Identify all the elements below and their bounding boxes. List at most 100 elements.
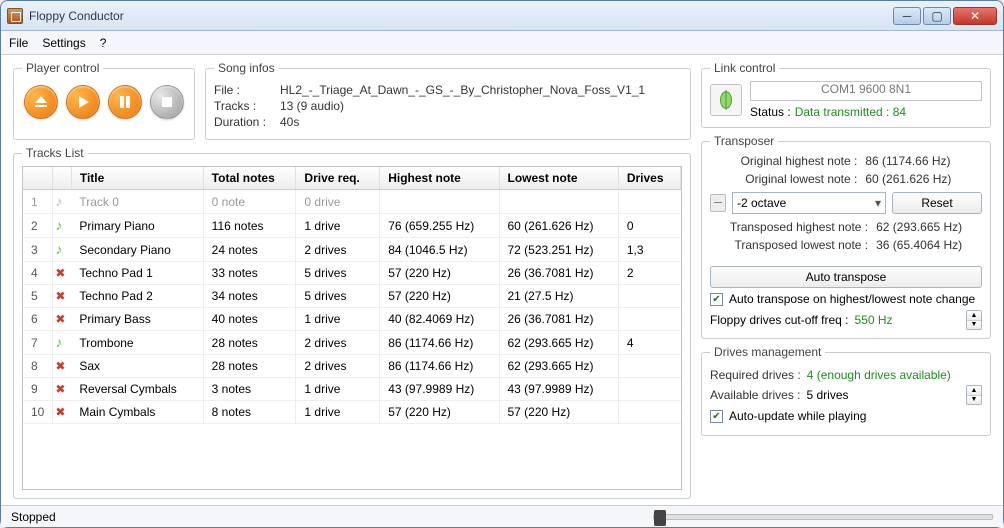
row-drives: 4 [618, 331, 680, 355]
row-icon [53, 262, 72, 285]
octave-slider[interactable] [710, 194, 726, 212]
play-button[interactable] [66, 85, 100, 119]
reset-button[interactable]: Reset [892, 192, 982, 214]
row-low [499, 190, 618, 214]
orig-high-value: 86 (1174.66 Hz) [865, 154, 982, 168]
menu-help[interactable]: ? [100, 36, 107, 50]
required-drives-label: Required drives : [710, 368, 801, 382]
orig-low-value: 60 (261.626 Hz) [865, 172, 982, 186]
status-text: Stopped [11, 510, 56, 524]
col-low[interactable]: Lowest note [499, 167, 618, 190]
available-drives-stepper[interactable]: ▲▼ [966, 385, 982, 405]
auto-transpose-button[interactable]: Auto transpose [710, 266, 982, 288]
eject-button[interactable] [24, 85, 58, 119]
trans-high-label: Transposed highest note : [710, 220, 868, 234]
player-control-legend: Player control [22, 61, 103, 75]
auto-update-checkbox[interactable]: ✔ [710, 410, 723, 423]
menu-settings[interactable]: Settings [42, 36, 85, 50]
table-row[interactable]: 2Primary Piano116 notes1 drive76 (659.25… [23, 214, 681, 238]
row-total: 0 note [203, 190, 296, 214]
note-icon [55, 289, 69, 303]
row-low: 62 (293.665 Hz) [499, 355, 618, 378]
progress-knob[interactable] [654, 510, 666, 526]
row-high: 86 (1174.66 Hz) [380, 331, 499, 355]
trans-low-value: 36 (65.4064 Hz) [876, 238, 982, 252]
row-high: 43 (97.9989 Hz) [380, 378, 499, 401]
close-button[interactable]: ✕ [953, 7, 997, 25]
row-total: 28 notes [203, 355, 296, 378]
row-high: 40 (82.4069 Hz) [380, 308, 499, 331]
octave-combo[interactable]: -2 octave [732, 192, 886, 214]
row-index: 2 [23, 214, 53, 238]
row-index: 1 [23, 190, 53, 214]
table-row[interactable]: 6Primary Bass40 notes1 drive40 (82.4069 … [23, 308, 681, 331]
row-title: Track 0 [71, 190, 203, 214]
playback-progress[interactable] [653, 514, 993, 520]
available-drives-value: 5 drives [807, 388, 961, 402]
cutoff-value: 550 Hz [855, 313, 960, 327]
row-total: 3 notes [203, 378, 296, 401]
maximize-button[interactable]: ▢ [923, 7, 951, 25]
col-drives[interactable]: Drives [618, 167, 680, 190]
link-control-legend: Link control [710, 61, 779, 75]
row-high: 57 (220 Hz) [380, 401, 499, 424]
table-row[interactable]: 8Sax28 notes2 drives86 (1174.66 Hz)62 (2… [23, 355, 681, 378]
row-low: 26 (36.7081 Hz) [499, 262, 618, 285]
cutoff-stepper[interactable]: ▲▼ [966, 310, 982, 330]
row-drives: 1,3 [618, 238, 680, 262]
pause-button[interactable] [108, 85, 142, 119]
row-req: 2 drives [296, 238, 380, 262]
minimize-button[interactable]: ─ [893, 7, 921, 25]
required-drives-value: 4 (enough drives available) [807, 368, 951, 382]
table-row[interactable]: 5Techno Pad 234 notes5 drives57 (220 Hz)… [23, 285, 681, 308]
col-title[interactable]: Title [71, 167, 203, 190]
table-row[interactable]: 7Trombone28 notes2 drives86 (1174.66 Hz)… [23, 331, 681, 355]
note-icon [55, 335, 69, 349]
player-control-group: Player control [13, 61, 195, 140]
row-req: 2 drives [296, 355, 380, 378]
link-icon[interactable] [710, 84, 742, 116]
song-duration-value: 40s [280, 115, 299, 129]
cutoff-label: Floppy drives cut-off freq : [710, 313, 849, 327]
auto-transpose-label: Auto transpose on highest/lowest note ch… [729, 292, 975, 306]
col-total[interactable]: Total notes [203, 167, 296, 190]
table-row[interactable]: 3Secondary Piano24 notes2 drives84 (1046… [23, 238, 681, 262]
row-drives [618, 378, 680, 401]
menubar: File Settings ? [1, 31, 1003, 55]
row-high: 76 (659.255 Hz) [380, 214, 499, 238]
stop-button[interactable] [150, 85, 184, 119]
row-drives [618, 401, 680, 424]
table-row[interactable]: 4Techno Pad 133 notes5 drives57 (220 Hz)… [23, 262, 681, 285]
transposer-group: Transposer Original highest note : 86 (1… [701, 134, 991, 339]
table-row[interactable]: 9Reversal Cymbals3 notes1 drive43 (97.99… [23, 378, 681, 401]
row-drives [618, 190, 680, 214]
col-req[interactable]: Drive req. [296, 167, 380, 190]
drives-group: Drives management Required drives : 4 (e… [701, 345, 991, 436]
window-title: Floppy Conductor [29, 9, 893, 23]
row-low: 62 (293.665 Hz) [499, 331, 618, 355]
note-icon [55, 194, 69, 208]
row-drives [618, 355, 680, 378]
auto-transpose-checkbox[interactable]: ✔ [710, 293, 723, 306]
row-low: 26 (36.7081 Hz) [499, 308, 618, 331]
song-file-value: HL2_-_Triage_At_Dawn_-_GS_-_By_Christoph… [280, 83, 645, 97]
row-high: 57 (220 Hz) [380, 262, 499, 285]
row-icon [53, 238, 72, 262]
tracks-table: Title Total notes Drive req. Highest not… [23, 167, 681, 424]
titlebar[interactable]: Floppy Conductor ─ ▢ ✕ [1, 1, 1003, 31]
row-icon [53, 378, 72, 401]
row-low: 21 (27.5 Hz) [499, 285, 618, 308]
drives-legend: Drives management [710, 345, 825, 359]
link-status-label: Status : [750, 105, 791, 119]
app-icon [7, 8, 23, 24]
table-row[interactable]: 1Track 00 note0 drive [23, 190, 681, 214]
menu-file[interactable]: File [9, 36, 28, 50]
link-status-value: Data transmitted : 84 [795, 105, 906, 119]
row-title: Sax [71, 355, 203, 378]
row-index: 3 [23, 238, 53, 262]
col-high[interactable]: Highest note [380, 167, 499, 190]
row-title: Primary Piano [71, 214, 203, 238]
tracks-table-wrap[interactable]: Title Total notes Drive req. Highest not… [22, 166, 682, 490]
row-high: 86 (1174.66 Hz) [380, 355, 499, 378]
table-row[interactable]: 10Main Cymbals8 notes1 drive57 (220 Hz)5… [23, 401, 681, 424]
